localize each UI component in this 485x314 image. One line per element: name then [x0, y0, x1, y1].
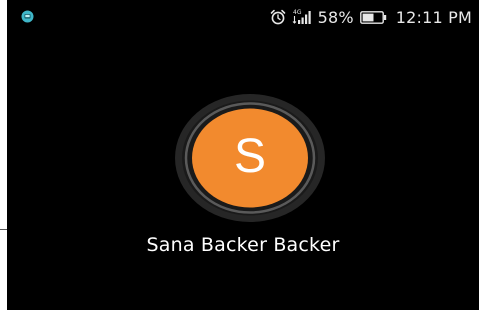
- alarm-clock-icon: [270, 9, 286, 25]
- network-type-label: 4G: [293, 9, 302, 16]
- status-bar: 4G 58% 12:11 PM: [7, 0, 479, 34]
- signal-icon: 4G: [292, 8, 312, 26]
- status-icons: 4G 58% 12:11 PM: [270, 6, 472, 28]
- caller-name: Sana Backer Backer: [146, 234, 340, 256]
- app-notification-icon: [21, 10, 34, 23]
- incoming-call-screen: 4G 58% 12:11 PM S Sana Backer Backer: [7, 0, 479, 310]
- battery-percent: 58%: [317, 7, 354, 27]
- clock: 12:11 PM: [395, 7, 472, 27]
- battery-icon: [359, 10, 387, 24]
- avatar-initial: S: [233, 129, 266, 183]
